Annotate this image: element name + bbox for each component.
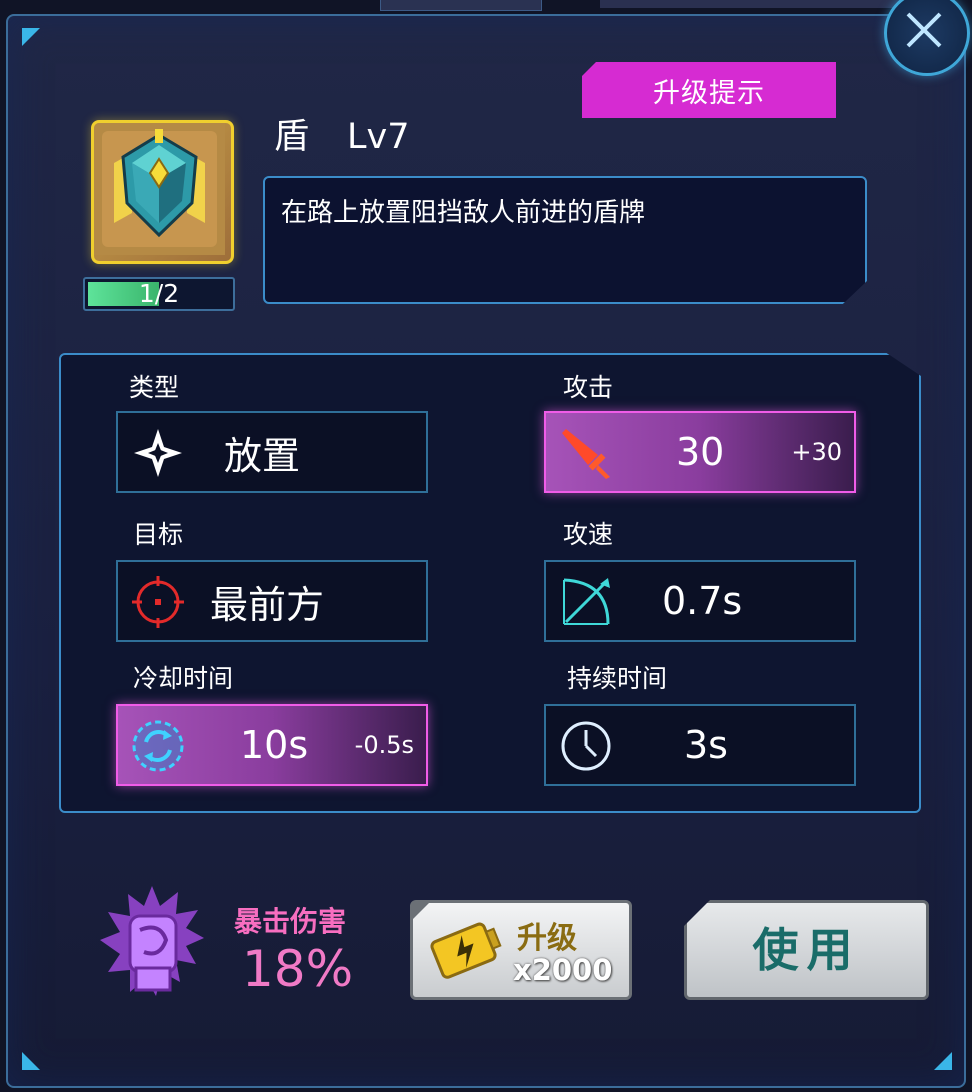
close-icon <box>906 12 942 48</box>
stat-value-attack: 30 <box>676 430 725 474</box>
top-tab-strip <box>380 0 542 11</box>
skill-name: 盾 <box>274 117 310 157</box>
stat-label-attack: 攻击 <box>563 373 614 402</box>
upgrade-tip-button[interactable]: 升级提示 <box>582 62 836 118</box>
stat-bonus-attack: +30 <box>791 438 842 466</box>
stat-box-duration: 3s <box>544 704 856 786</box>
crit-damage-value: 18% <box>242 940 354 998</box>
stat-label-target: 目标 <box>133 520 184 549</box>
stat-value-type: 放置 <box>224 433 301 478</box>
skill-level: Lv7 <box>347 117 410 157</box>
corner-decor-top-left <box>22 28 40 46</box>
top-decor-strip <box>600 0 900 8</box>
stat-box-target: 最前方 <box>116 560 428 642</box>
stat-box-attack-speed: 0.7s <box>544 560 856 642</box>
stat-value-duration: 3s <box>684 723 728 767</box>
corner-decor-bottom-right <box>934 1052 952 1070</box>
bow-icon <box>563 578 610 625</box>
stat-value-cooldown: 10s <box>240 723 309 767</box>
stat-label-type: 类型 <box>129 373 180 402</box>
crit-damage-label: 暴击伤害 <box>234 905 347 938</box>
stat-label-cooldown: 冷却时间 <box>133 664 234 693</box>
stat-label-attack-speed: 攻速 <box>563 520 614 549</box>
corner-decor-bottom-left <box>22 1052 40 1070</box>
skill-icon <box>91 120 234 264</box>
skill-title: 盾 Lv7 <box>274 108 410 159</box>
cooldown-cycle-icon <box>132 720 184 772</box>
skill-progress-bar: 1/2 <box>83 277 235 311</box>
use-button[interactable]: 使用 <box>684 900 929 1000</box>
close-button[interactable] <box>884 0 970 76</box>
shield-skill-icon <box>94 123 225 255</box>
clock-icon <box>561 721 611 771</box>
stat-box-cooldown: 10s -0.5s <box>116 704 428 786</box>
stat-value-target: 最前方 <box>210 582 325 627</box>
skill-description: 在路上放置阻挡敌人前进的盾牌 <box>263 176 867 304</box>
upgrade-label: 升级 <box>517 921 577 956</box>
stat-value-attack-speed: 0.7s <box>662 579 743 623</box>
sword-icon <box>562 429 610 479</box>
stat-label-duration: 持续时间 <box>567 664 668 693</box>
battery-icon <box>430 922 502 979</box>
diamond-sparkle-icon <box>134 429 182 477</box>
upgrade-cost: x2000 <box>513 953 613 987</box>
upgrade-button[interactable]: 升级 x2000 <box>410 900 632 1000</box>
crosshair-icon <box>132 576 184 628</box>
use-label: 使用 <box>752 923 861 977</box>
progress-text: 1/2 <box>138 279 180 308</box>
stat-box-attack: 30 +30 <box>544 411 856 493</box>
stat-bonus-cooldown: -0.5s <box>354 731 414 759</box>
stat-box-type: 放置 <box>116 411 428 493</box>
crit-fist-icon <box>100 886 204 996</box>
